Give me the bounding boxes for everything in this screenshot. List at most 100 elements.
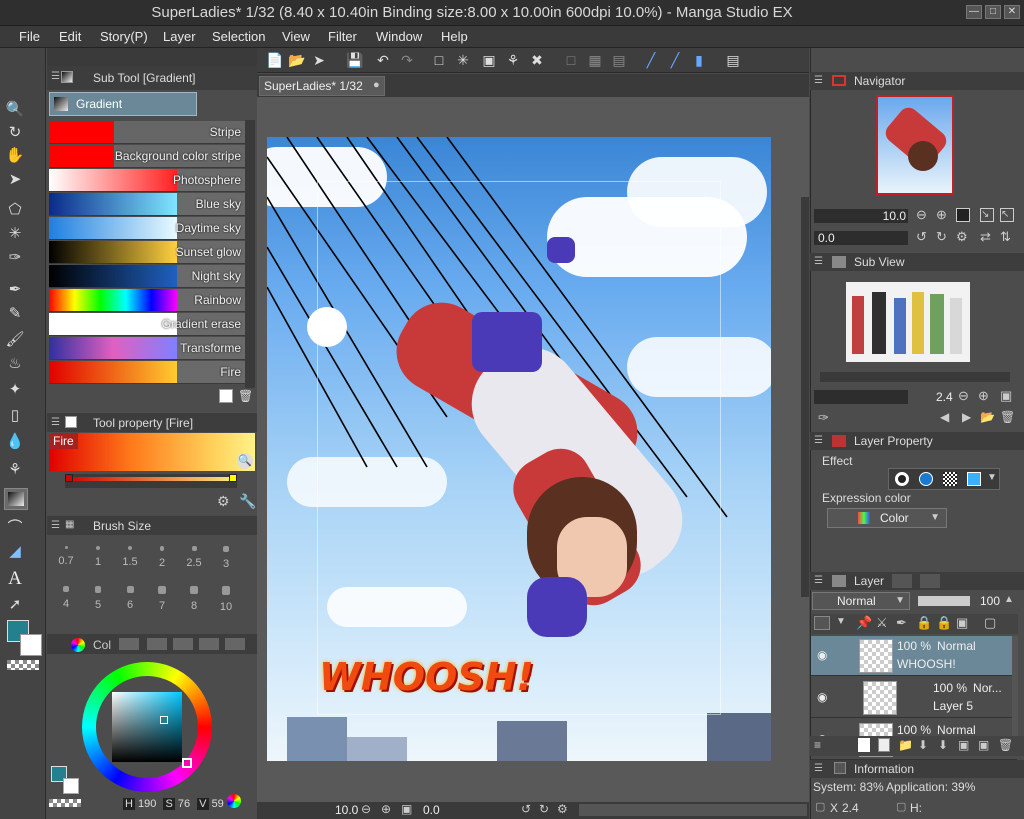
color-wheel-tab-icon[interactable] (71, 638, 85, 652)
search-icon[interactable]: 🔍 (237, 453, 253, 469)
reset-rotate-icon[interactable]: ⚙ (557, 802, 568, 816)
canvas-v-scrollbar[interactable] (801, 197, 809, 597)
gradient-item[interactable]: Daytime sky (49, 217, 255, 240)
menu-edit[interactable]: Edit (59, 29, 81, 44)
trash-icon[interactable]: 🗑 (238, 389, 253, 403)
visibility-eye-icon[interactable]: ◉ (817, 690, 827, 704)
brush-size-option[interactable]: 5 (83, 578, 113, 616)
nav-flip-v-icon[interactable]: ↖ (1000, 208, 1014, 222)
expression-color-select[interactable]: Color ▼ (827, 508, 947, 528)
new-vector-layer-icon[interactable] (878, 738, 890, 752)
subview-prev-icon[interactable]: ◀ (940, 410, 949, 424)
fit-icon[interactable]: ▣ (401, 802, 412, 816)
brush-size-option[interactable]: 4 (51, 578, 81, 616)
gradient-tool-icon[interactable] (4, 488, 28, 510)
eraser-tool-icon[interactable]: ▯ (4, 406, 26, 426)
merge-down-icon[interactable]: ⬇ (938, 738, 948, 752)
snap-ruler-icon[interactable]: □ (561, 50, 581, 70)
sub-color-indicator[interactable] (63, 778, 79, 794)
border-effect-icon[interactable] (895, 472, 909, 486)
menu-file[interactable]: File (19, 29, 40, 44)
fill-tool-icon[interactable]: ⚘ (4, 460, 26, 480)
gradient-slider[interactable] (65, 474, 237, 488)
menu-icon[interactable]: ☰ (51, 417, 60, 428)
navigator-rotate-slider[interactable]: 0.0 (814, 231, 908, 245)
minimize-icon[interactable]: — (966, 5, 982, 19)
subview-zoom-in-icon[interactable]: ⊕ (978, 388, 989, 404)
chevron-down-icon[interactable]: ▼ (836, 616, 846, 627)
transform-icon[interactable]: ✳ (453, 50, 473, 70)
open-file-icon[interactable]: 📂 (287, 50, 307, 70)
subtool-gradient-tab[interactable]: Gradient (49, 92, 197, 116)
pen-tool-icon[interactable]: ✒ (4, 280, 26, 300)
deselect-icon[interactable]: ✖ (527, 50, 547, 70)
nav-zoom-in-icon[interactable]: ⊕ (936, 207, 947, 223)
apply-mask-icon[interactable]: ▣ (978, 738, 989, 752)
hue-ring[interactable] (82, 662, 212, 792)
fire-gradient-preview[interactable]: Fire 🔍 (49, 433, 255, 471)
opacity-stepper-icon[interactable]: ▲ (1004, 594, 1014, 605)
new-file-icon[interactable]: 📄 (265, 50, 285, 70)
gradient-item[interactable]: Fire (49, 361, 255, 384)
transfer-down-icon[interactable]: ⬇ (918, 738, 928, 752)
menu-icon[interactable]: ☰ (51, 520, 60, 531)
brush-tool-icon[interactable]: 🖌 (4, 330, 26, 350)
chevron-down-icon[interactable]: ▼ (987, 472, 997, 483)
blend-mode-select[interactable]: Normal ▼ (812, 592, 910, 610)
brush-size-option[interactable]: 1.5 (115, 538, 145, 576)
animation-tab-icon[interactable] (892, 574, 912, 588)
subview-delete-icon[interactable]: 🗑 (1000, 410, 1015, 424)
subview-zoom-out-icon[interactable]: ⊖ (958, 388, 969, 404)
close-icon[interactable]: ✕ (1004, 5, 1020, 19)
subview-open-icon[interactable]: 📂 (980, 410, 995, 424)
menu-icon[interactable]: ☰ (814, 763, 823, 774)
menu-icon[interactable]: ☰ (814, 435, 823, 446)
lock-transparency-icon[interactable]: 🔒 (936, 615, 952, 631)
nav-flip-icon[interactable]: ⇄ (980, 229, 991, 245)
perspective-icon[interactable]: ╱ (665, 50, 685, 70)
zoom-value[interactable]: 10.0 (335, 803, 358, 817)
mask-add-icon[interactable]: ▣ (958, 738, 969, 752)
new-raster-layer-icon[interactable] (858, 738, 870, 752)
nav-fit-icon[interactable] (956, 208, 970, 222)
gradient-item[interactable]: Background color stripe (49, 145, 255, 168)
clear-icon[interactable]: □ (429, 50, 449, 70)
settings-icon[interactable]: ⚙ (217, 493, 230, 510)
history-tab-icon[interactable] (225, 638, 245, 650)
brush-size-option[interactable]: 10 (211, 578, 241, 616)
fill-icon[interactable]: ▣ (479, 50, 499, 70)
magic-wand-icon[interactable]: ✳ (4, 224, 26, 244)
new-folder-icon[interactable]: 📁 (898, 738, 913, 752)
rotate-tool-icon[interactable]: ↻ (4, 123, 26, 143)
mask-icon[interactable]: ▣ (956, 615, 968, 631)
ruler-tool-icon[interactable]: ◢ (4, 542, 26, 562)
document-tab[interactable]: SuperLadies* 1/32 ● (259, 76, 385, 96)
ruler-icon[interactable]: ╱ (641, 50, 661, 70)
layer-color-swatch[interactable] (814, 616, 830, 630)
layer-scrollbar[interactable] (1012, 636, 1018, 736)
menu-icon[interactable]: ☰ (814, 256, 823, 267)
correct-line-tool-icon[interactable]: ➚ (4, 595, 26, 615)
zoom-out-icon[interactable]: ⊖ (361, 802, 371, 816)
gradient-list-scrollbar[interactable] (245, 120, 255, 388)
blend-tool-icon[interactable]: 💧 (4, 432, 26, 452)
nav-rotate-right-icon[interactable]: ↻ (936, 229, 947, 245)
gradient-item[interactable]: Photosphere (49, 169, 255, 192)
menu-filter[interactable]: Filter (328, 29, 357, 44)
menu-icon[interactable]: ☰ (51, 71, 60, 82)
visibility-eye-icon[interactable]: ◉ (817, 648, 827, 662)
brush-size-option[interactable]: 6 (115, 578, 145, 616)
brush-size-option[interactable]: 8 (179, 578, 209, 616)
layer-name[interactable]: Layer 5 (933, 699, 973, 713)
color-set-tab-icon[interactable] (147, 638, 167, 650)
intermediate-color-tab-icon[interactable] (173, 638, 193, 650)
subview-h-scrollbar[interactable] (820, 372, 1010, 382)
artwork-canvas[interactable]: WHOOSH! (267, 137, 771, 761)
undo-icon[interactable]: ↶ (373, 50, 393, 70)
text-tool-icon[interactable]: A (4, 568, 26, 590)
menu-story[interactable]: Story(P) (100, 29, 148, 44)
brush-clean-icon[interactable]: ⚘ (503, 50, 523, 70)
canvas-area[interactable]: WHOOSH! (257, 97, 809, 802)
gradient-item[interactable]: Blue sky (49, 193, 255, 216)
nav-zoom-out-icon[interactable]: ⊖ (916, 207, 927, 223)
